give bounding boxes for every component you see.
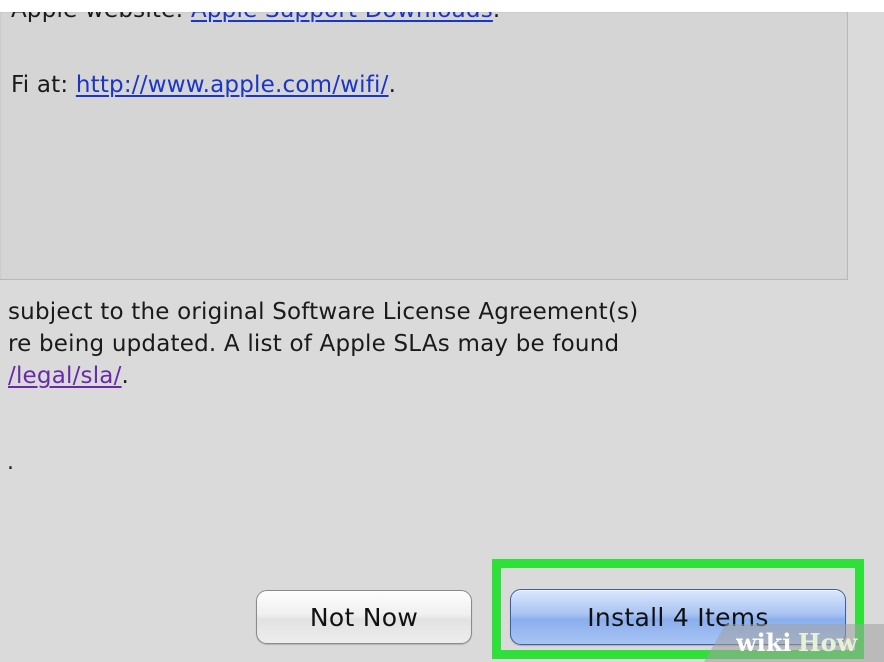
software-update-window: Apple website: Apple Support Downloads. … bbox=[0, 12, 884, 662]
notes-line-downloads: Apple website: Apple Support Downloads. bbox=[11, 12, 500, 23]
wikihow-logo-text-wiki: wiki bbox=[736, 628, 792, 657]
notes-line-downloads-suffix: . bbox=[493, 12, 501, 23]
update-notes-pane: Apple website: Apple Support Downloads. … bbox=[0, 12, 848, 280]
wikihow-logo-icon: wiki How bbox=[736, 628, 859, 657]
notes-line-wifi: Fi at: http://www.apple.com/wifi/. bbox=[11, 72, 396, 98]
wikihow-watermark: wiki How bbox=[704, 624, 884, 662]
license-line-3: /legal/sla/. bbox=[8, 360, 638, 392]
notes-line-downloads-text: Apple website: bbox=[11, 12, 191, 23]
notes-line-wifi-suffix: . bbox=[388, 72, 397, 98]
license-notice: subject to the original Software License… bbox=[8, 296, 638, 392]
apple-support-downloads-link[interactable]: Apple Support Downloads bbox=[191, 12, 493, 23]
license-line-3-suffix: . bbox=[121, 363, 130, 389]
license-line-2: re being updated. A list of Apple SLAs m… bbox=[8, 331, 620, 357]
apple-sla-link[interactable]: /legal/sla/ bbox=[8, 363, 122, 389]
wikihow-logo-text-how: How bbox=[798, 628, 859, 657]
stray-dot: . bbox=[7, 450, 14, 475]
notes-line-wifi-text: Fi at: bbox=[11, 72, 76, 98]
license-line-1: subject to the original Software License… bbox=[8, 299, 639, 325]
not-now-button[interactable]: Not Now bbox=[256, 590, 472, 644]
apple-wifi-link[interactable]: http://www.apple.com/wifi/ bbox=[76, 72, 389, 98]
